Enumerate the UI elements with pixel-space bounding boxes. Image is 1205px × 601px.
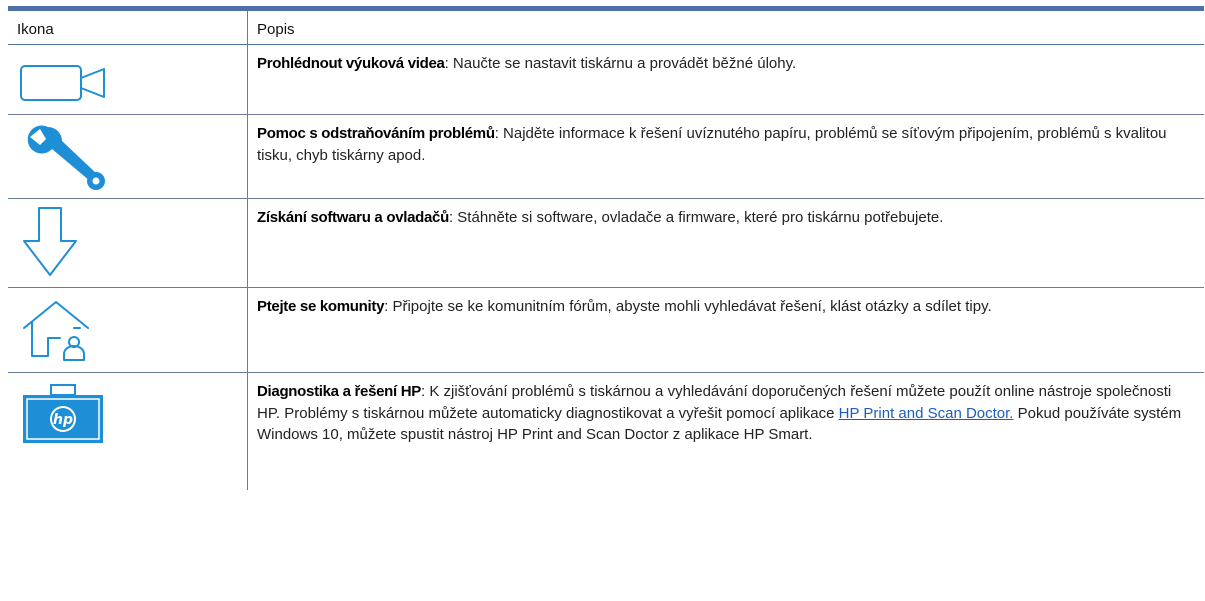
table-row: hp Diagnostika a řešení HP: K zjišťování…: [8, 373, 1204, 490]
icon-cell: [8, 115, 248, 198]
header-description-column: Popis: [257, 21, 295, 38]
icon-cell: hp: [8, 373, 248, 490]
description-cell: Diagnostika a řešení HP: K zjišťování pr…: [248, 373, 1204, 490]
row-term: Diagnostika a řešení HP: [257, 383, 421, 400]
table-row: Prohlédnout výuková videa: Naučte se nas…: [8, 45, 1204, 115]
description-cell: Získání softwaru a ovladačů: Stáhněte si…: [248, 199, 1204, 287]
wrench-icon: [27, 125, 105, 190]
row-text: : Stáhněte si software, ovladače a firmw…: [448, 209, 944, 226]
row-term: Prohlédnout výuková videa: [257, 55, 445, 72]
row-text: : Naučte se nastavit tiskárnu a provádět…: [444, 55, 797, 72]
header-icon-column: Ikona: [8, 11, 248, 44]
row-term: Pomoc s odstraňováním problémů: [257, 125, 495, 142]
icon-cell: [8, 45, 248, 114]
row-term: Ptejte se komunity: [257, 298, 385, 315]
table-row: Pomoc s odstraňováním problémů: Najděte …: [8, 115, 1204, 199]
community-home-icon: [23, 301, 89, 361]
download-arrow-icon: [23, 207, 77, 276]
icon-cell: [8, 288, 248, 372]
description-cell: Pomoc s odstraňováním problémů: Najděte …: [248, 115, 1204, 198]
table-row: Ptejte se komunity: Připojte se ke komun…: [8, 288, 1204, 373]
row-term: Získání softwaru a ovladačů: [257, 209, 449, 226]
table-header: Ikona Popis: [8, 11, 1204, 45]
description-cell: Prohlédnout výuková videa: Naučte se nas…: [248, 45, 1204, 114]
hp-print-scan-doctor-link[interactable]: HP Print and Scan Doctor.: [839, 405, 1014, 422]
row-text: : Připojte se ke komunitním fórům, abyst…: [384, 298, 992, 315]
help-resources-table: Ikona Popis Prohlédnout výuková videa: N…: [8, 6, 1204, 490]
description-cell: Ptejte se komunity: Připojte se ke komun…: [248, 288, 1204, 372]
icon-cell: [8, 199, 248, 287]
hp-toolbox-icon: hp: [23, 384, 103, 443]
table-row: Získání softwaru a ovladačů: Stáhněte si…: [8, 199, 1204, 288]
video-camera-icon: [20, 65, 105, 101]
hp-logo-text: hp: [53, 412, 73, 428]
